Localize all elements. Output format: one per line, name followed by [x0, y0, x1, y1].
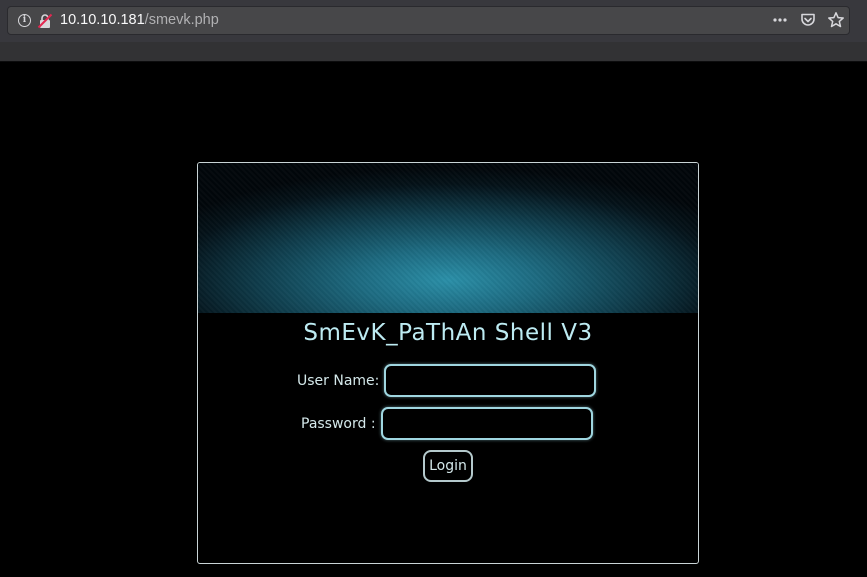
page-title: SmEvK_PaThAn Shell V3	[303, 320, 593, 346]
banner-image	[198, 163, 698, 313]
password-row: Password :	[301, 407, 593, 440]
url-text[interactable]: 10.10.10.181/smevk.php	[60, 12, 219, 28]
url-path: /smevk.php	[144, 12, 219, 28]
username-row: User Name:	[297, 364, 597, 397]
page-actions	[771, 11, 845, 29]
username-input[interactable]	[384, 364, 597, 397]
bookmark-star-icon[interactable]	[827, 11, 845, 29]
toolbar-strip	[0, 42, 867, 61]
insecure-connection-icon[interactable]	[37, 13, 53, 29]
info-icon[interactable]: i	[18, 14, 31, 27]
pocket-icon[interactable]	[799, 11, 817, 29]
password-input[interactable]	[380, 407, 593, 440]
url-host: 10.10.10.181	[60, 12, 145, 28]
browser-toolbar: i 10.10.10.181/smevk.php	[0, 0, 867, 62]
page-actions-icon[interactable]	[771, 11, 789, 29]
address-bar[interactable]: i 10.10.10.181/smevk.php	[7, 6, 850, 35]
username-label: User Name:	[297, 372, 380, 389]
login-button[interactable]: Login	[423, 450, 473, 482]
login-panel: SmEvK_PaThAn Shell V3 User Name: Passwor…	[197, 162, 699, 564]
password-label: Password :	[301, 415, 376, 432]
